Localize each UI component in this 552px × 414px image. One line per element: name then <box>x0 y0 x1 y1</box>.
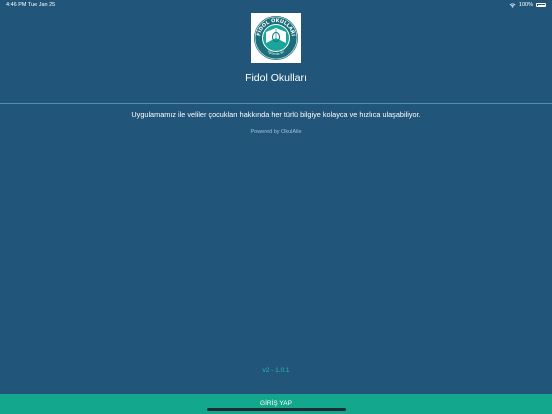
status-bar: 4:46 PM Tue Jan 25 100% <box>0 0 552 10</box>
login-button[interactable]: GİRİŞ YAP <box>0 394 552 414</box>
app-title: Fidol Okulları <box>245 72 307 84</box>
version-label: v2 - 1.0.1 <box>262 367 290 374</box>
battery-icon <box>536 3 546 7</box>
divider <box>0 103 552 104</box>
powered-by-label: Powered by OkulAile <box>250 129 302 135</box>
wifi-icon <box>509 2 516 8</box>
status-indicators: 100% <box>509 2 546 8</box>
battery-percentage: 100% <box>518 2 533 8</box>
home-indicator[interactable] <box>207 408 346 411</box>
school-logo: FİDOL OKULLARI Eğitimde Biz <box>251 13 301 63</box>
status-time: 4:46 PM Tue Jan 25 <box>6 2 56 8</box>
app-description: Uygulamamız ile veliler çocukları hakkın… <box>131 110 421 119</box>
